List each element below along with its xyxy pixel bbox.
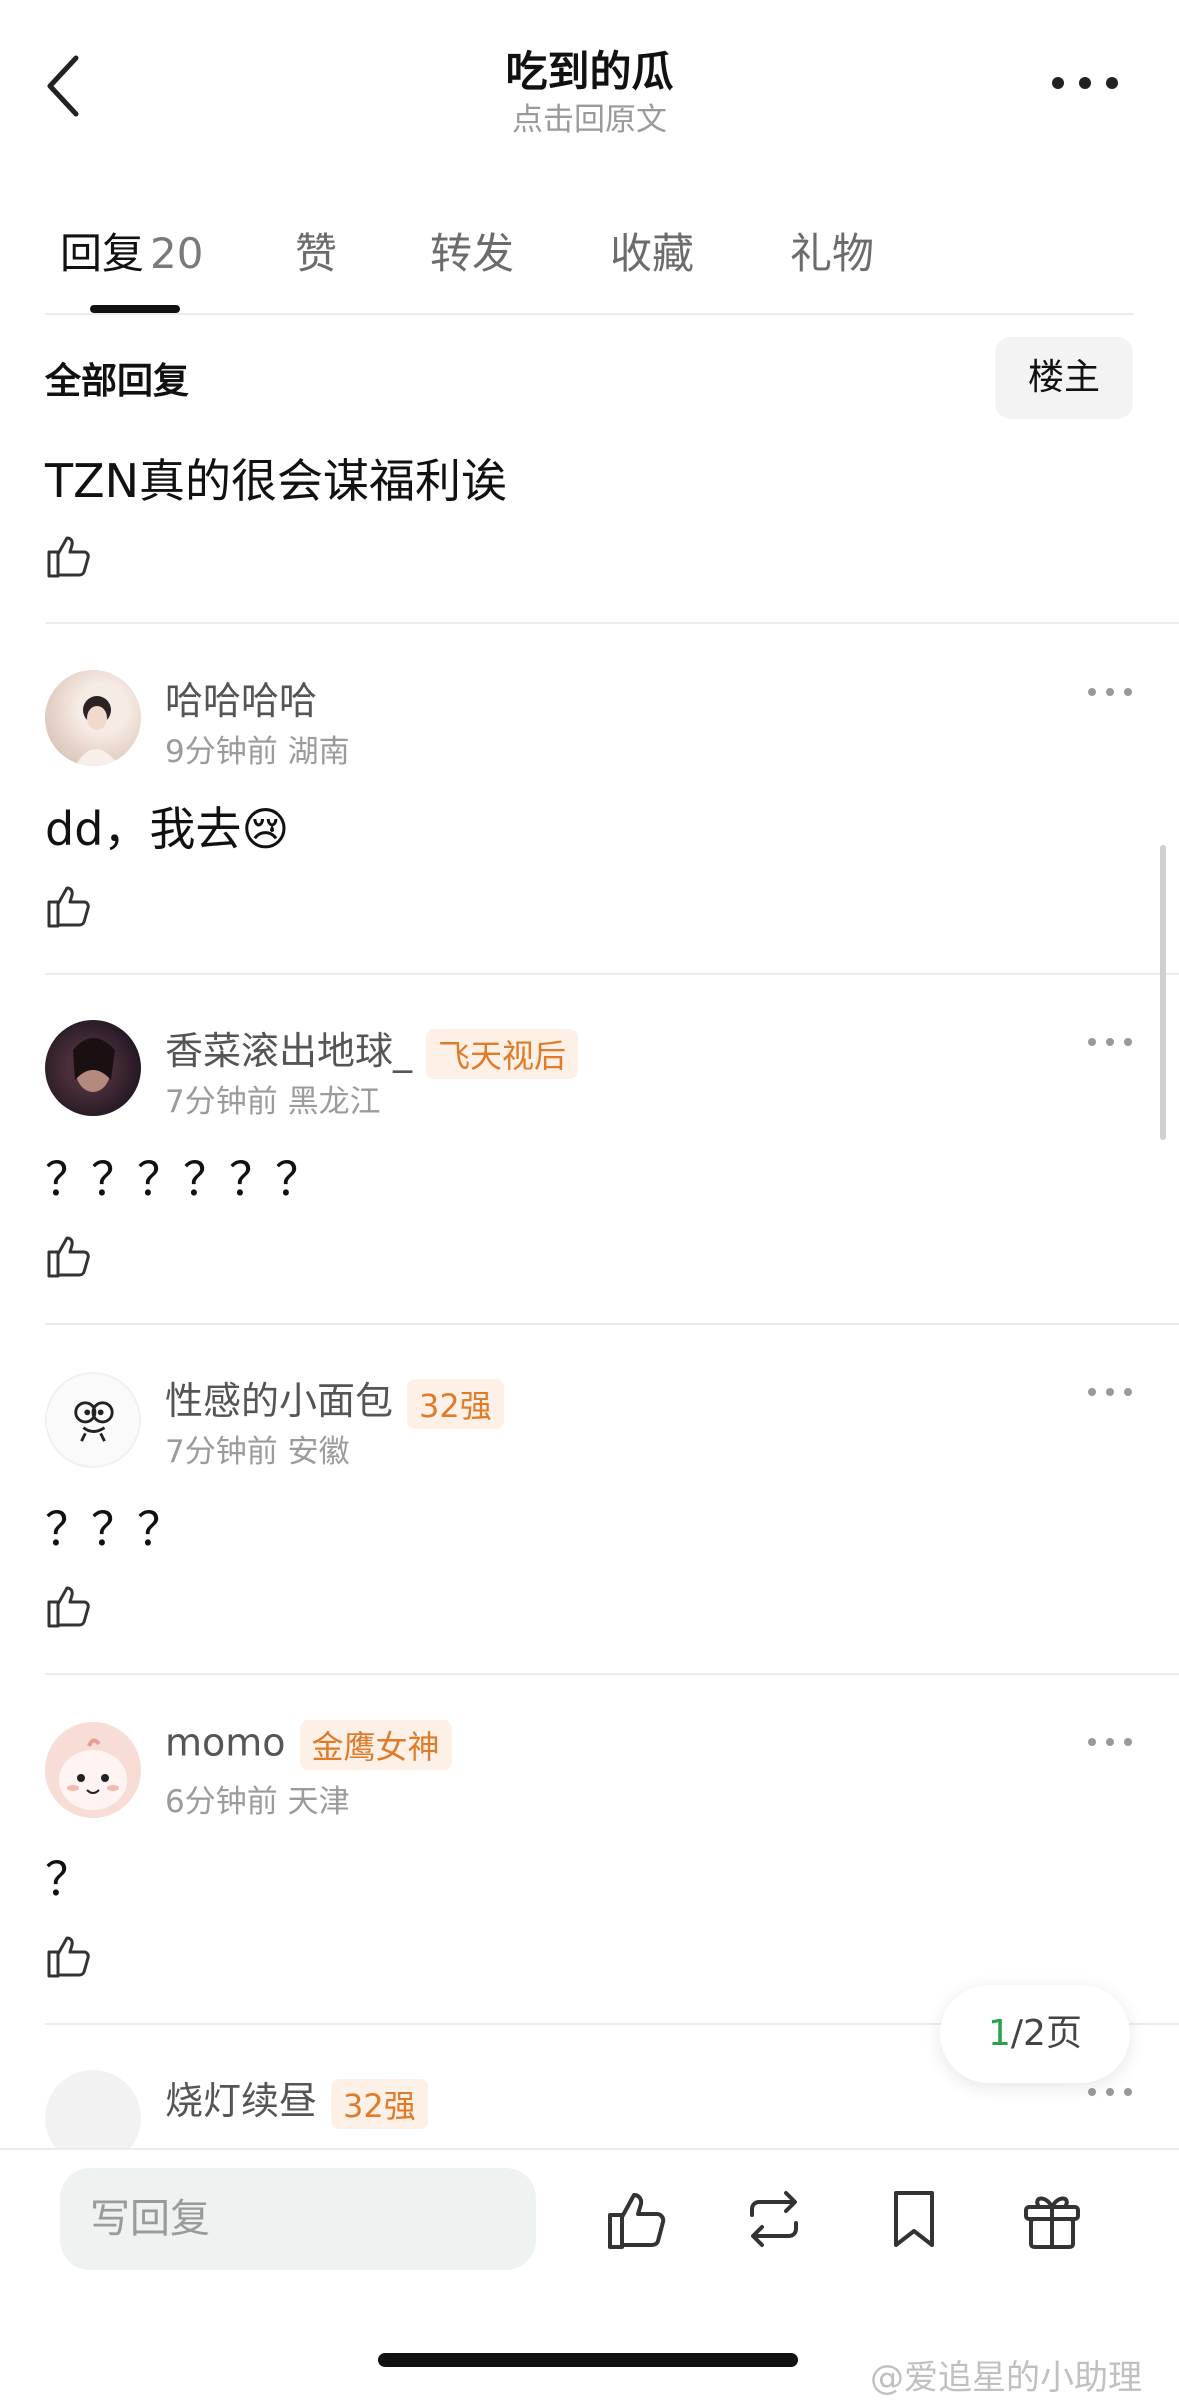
username-text: 烧灯续昼 — [165, 2079, 318, 2123]
tab-divider — [45, 313, 1134, 315]
comment-time: 7分钟前 — [165, 1434, 278, 1470]
thumbs-up-icon[interactable] — [45, 880, 95, 930]
tab-favorites[interactable]: 收藏 — [610, 220, 694, 281]
user-badge: 32强 — [331, 2078, 428, 2129]
watermark: @爱追星的小助理 — [870, 2358, 1142, 2398]
thumbs-up-icon[interactable] — [45, 530, 95, 580]
gift-icon[interactable] — [1018, 2185, 1086, 2253]
current-page: 1 — [988, 2013, 1011, 2054]
tab-bar: 回复 20 赞 转发 收藏 礼物 — [0, 195, 1179, 315]
comment-location: 安徽 — [287, 1434, 350, 1470]
avatar[interactable] — [45, 1020, 141, 1116]
comment-divider — [45, 973, 1179, 975]
tab-replies[interactable]: 回复 20 — [60, 220, 203, 281]
scrollbar[interactable] — [1160, 845, 1166, 1140]
thumbs-up-icon[interactable] — [45, 1930, 95, 1980]
total-pages: /2页 — [1010, 2013, 1082, 2054]
user-badge: 飞天视后 — [426, 1028, 579, 1079]
username[interactable]: 性感的小面包 32强 — [165, 1370, 504, 1429]
comment-divider — [45, 1323, 1179, 1325]
active-tab-indicator — [90, 305, 180, 313]
username[interactable]: 烧灯续昼 32强 — [165, 2070, 428, 2129]
more-options-icon[interactable] — [1050, 68, 1120, 98]
comment-more-icon[interactable] — [1085, 682, 1135, 702]
repost-icon[interactable] — [740, 2185, 808, 2253]
comment-time: 7分钟前 — [165, 1084, 278, 1120]
comment-meta: 9分钟前 湖南 — [165, 726, 350, 771]
comment-divider — [45, 622, 1179, 624]
comment-meta: 6分钟前 天津 — [165, 1776, 350, 1821]
comment-more-icon[interactable] — [1085, 1032, 1135, 1052]
username-text: 性感的小面包 — [165, 1379, 394, 1423]
avatar[interactable] — [45, 1372, 141, 1468]
pagination-indicator[interactable]: 1/2页 — [940, 1985, 1130, 2083]
avatar[interactable] — [45, 670, 141, 766]
comment-text: dd，我去😢 — [45, 802, 290, 856]
comment-meta: 7分钟前 黑龙江 — [165, 1076, 381, 1121]
username-text: 香菜滚出地球_ — [165, 1029, 413, 1073]
user-badge: 32强 — [407, 1378, 504, 1429]
thumbs-up-icon[interactable] — [45, 1230, 95, 1280]
username[interactable]: 哈哈哈哈 — [165, 670, 317, 725]
tab-replies-label: 回复 — [60, 229, 145, 278]
comment-divider — [45, 1673, 1179, 1675]
reply-input[interactable]: 写回复 — [60, 2168, 536, 2270]
comment-meta: 7分钟前 安徽 — [165, 1426, 350, 1471]
comment-location: 湖南 — [287, 734, 350, 770]
tab-reposts[interactable]: 转发 — [430, 220, 514, 281]
comment-more-icon[interactable] — [1085, 1732, 1135, 1752]
thumbs-up-icon[interactable] — [45, 1580, 95, 1630]
tab-likes[interactable]: 赞 — [295, 220, 337, 281]
home-indicator[interactable] — [378, 2353, 798, 2367]
comment-location: 天津 — [287, 1784, 350, 1820]
comment-more-icon[interactable] — [1085, 1382, 1135, 1402]
comment-text: ？？？ — [45, 1502, 183, 1556]
avatar[interactable] — [45, 1722, 141, 1818]
comment-location: 黑龙江 — [287, 1084, 381, 1120]
username-text: momo — [165, 1720, 286, 1765]
user-badge: 金鹰女神 — [299, 1720, 452, 1770]
username[interactable]: momo 金鹰女神 — [165, 1720, 452, 1770]
back-to-original-link[interactable]: 点击回原文 — [0, 94, 1179, 139]
comment-text: TZN真的很会谋福利诶 — [45, 454, 508, 508]
username[interactable]: 香菜滚出地球_ 飞天视后 — [165, 1020, 579, 1079]
comment-text: ？ — [45, 1852, 91, 1906]
comment-time: 9分钟前 — [165, 734, 278, 770]
comment-time: 6分钟前 — [165, 1784, 278, 1820]
comment-more-icon[interactable] — [1085, 2082, 1135, 2102]
page-title[interactable]: 吃到的瓜 — [0, 38, 1179, 99]
bookmark-icon[interactable] — [880, 2185, 948, 2253]
top-nav-bar: 吃到的瓜 点击回原文 — [0, 0, 1179, 150]
tab-replies-count: 20 — [150, 229, 204, 278]
like-icon[interactable] — [604, 2185, 672, 2253]
username-text: 哈哈哈哈 — [165, 679, 318, 723]
tab-gifts[interactable]: 礼物 — [790, 220, 874, 281]
op-only-button[interactable]: 楼主 — [995, 337, 1133, 419]
all-replies-filter[interactable]: 全部回复 — [45, 352, 189, 404]
comment-text: ？？？？？？ — [45, 1152, 321, 1206]
